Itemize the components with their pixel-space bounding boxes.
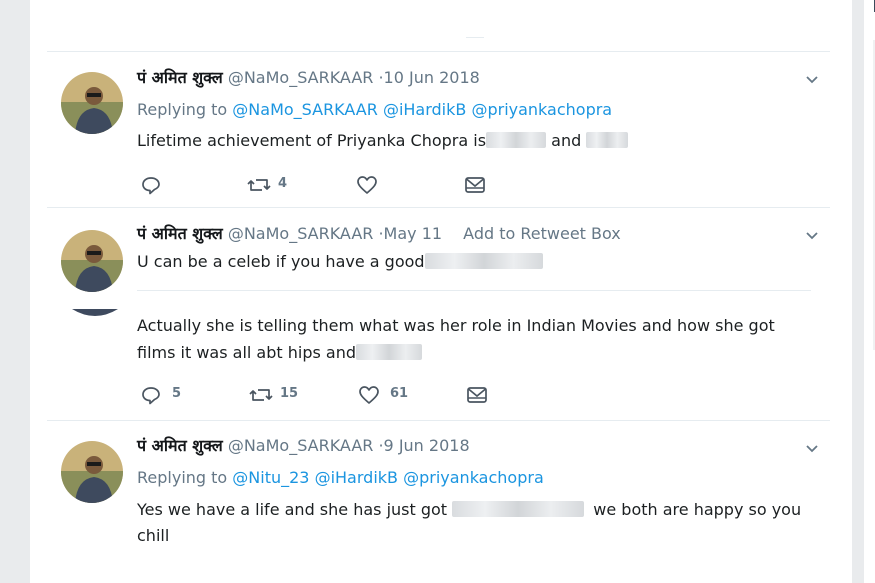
mention-link[interactable]: @priyankachopra — [403, 468, 544, 487]
tweet-text-part: and — [551, 131, 582, 150]
quoted-avatar-fragment — [72, 306, 118, 318]
tweet-header: पं अमित शुक्ल @NaMo_SARKAAR ·10 Jun 2018 — [137, 68, 480, 88]
redacted-text — [486, 132, 547, 148]
retweet-count: 15 — [280, 386, 299, 401]
author-name[interactable]: पं अमित शुक्ल — [137, 436, 223, 455]
like-icon — [357, 176, 377, 194]
tweet-header: पं अमित शुक्ल @NaMo_SARKAAR ·9 Jun 2018 — [137, 436, 470, 456]
redacted-text — [356, 344, 423, 360]
replying-prefix: Replying to — [137, 100, 228, 119]
tweet-text-part: U can be a celeb if you have a good — [137, 252, 425, 271]
avatar[interactable] — [61, 72, 123, 134]
reply-icon — [142, 177, 160, 195]
avatar[interactable] — [61, 441, 123, 503]
retweet-icon — [247, 179, 271, 191]
avatar[interactable] — [61, 230, 123, 292]
reply-icon — [142, 387, 160, 405]
chevron-down-icon[interactable] — [806, 230, 818, 242]
chevron-down-icon[interactable] — [806, 74, 818, 86]
like-action[interactable]: 61 — [358, 384, 428, 406]
add-to-retweet-box-link[interactable]: Add to Retweet Box — [463, 224, 621, 243]
message-icon — [465, 177, 485, 193]
quoted-text-line: films it was all abt hips and — [137, 343, 423, 363]
tweet-text: U can be a celeb if you have a good — [137, 252, 543, 272]
replying-prefix: Replying to — [137, 468, 228, 487]
message-icon — [467, 387, 487, 403]
retweet-action[interactable]: 4 — [246, 174, 306, 196]
top-fragment-divider — [466, 37, 484, 38]
tweet-2[interactable]: पं अमित शुक्ल @NaMo_SARKAAR ·May 11 Add … — [30, 208, 852, 420]
tweet-text-part: films it was all abt hips and — [137, 343, 357, 362]
mention-link[interactable]: @priyankachopra — [471, 100, 612, 119]
reply-count: 5 — [172, 386, 182, 401]
mention-link[interactable]: @Nitu_23 — [232, 468, 309, 487]
tweet-header: पं अमित शुक्ल @NaMo_SARKAAR ·May 11 Add … — [137, 224, 621, 244]
tweet-date[interactable]: ·10 Jun 2018 — [378, 68, 479, 87]
redacted-text — [586, 132, 629, 148]
tweet-3[interactable]: पं अमित शुक्ल @NaMo_SARKAAR ·9 Jun 2018 … — [30, 421, 852, 583]
redacted-text — [452, 501, 585, 517]
mention-link[interactable]: @iHardikB — [315, 468, 398, 487]
redacted-text — [424, 253, 543, 269]
replying-to: Replying to @Nitu_23 @iHardikB @priyanka… — [137, 468, 544, 488]
author-handle[interactable]: @NaMo_SARKAAR — [228, 68, 374, 87]
tweet-1[interactable]: पं अमित शुक्ल @NaMo_SARKAAR ·10 Jun 2018… — [30, 52, 852, 207]
author-name[interactable]: पं अमित शुक्ल — [137, 68, 223, 87]
tweet-text: Yes we have a life and she has just got … — [137, 500, 801, 520]
quoted-tweet-divider — [137, 290, 811, 291]
tweet-text-part: Yes we have a life and she has just got — [137, 500, 448, 519]
tweet-text: Lifetime achievement of Priyanka Chopra … — [137, 131, 629, 151]
mention-link[interactable]: @NaMo_SARKAAR — [232, 100, 378, 119]
like-icon — [359, 386, 379, 404]
author-handle[interactable]: @NaMo_SARKAAR — [228, 436, 374, 455]
retweet-icon — [249, 389, 273, 401]
tweet-text-part: Lifetime achievement of Priyanka Chopra … — [137, 131, 487, 150]
tweet-date[interactable]: ·May 11 — [378, 224, 442, 243]
mention-link[interactable]: @iHardikB — [383, 100, 466, 119]
author-name[interactable]: पं अमित शुक्ल — [137, 224, 223, 243]
retweet-count: 4 — [278, 176, 288, 191]
tweet-text-part: we both are happy so you — [593, 500, 802, 519]
replying-to: Replying to @NaMo_SARKAAR @iHardikB @pri… — [137, 100, 612, 120]
reply-action[interactable]: 5 — [140, 384, 190, 406]
right-column — [864, 0, 875, 583]
retweet-action[interactable]: 15 — [248, 384, 318, 406]
author-handle[interactable]: @NaMo_SARKAAR — [228, 224, 374, 243]
tweet-date[interactable]: ·9 Jun 2018 — [378, 436, 469, 455]
chevron-down-icon[interactable] — [806, 443, 818, 455]
tweet-text-line: chill — [137, 526, 170, 545]
like-count: 61 — [390, 386, 409, 401]
quoted-text-line: Actually she is telling them what was he… — [137, 316, 775, 335]
